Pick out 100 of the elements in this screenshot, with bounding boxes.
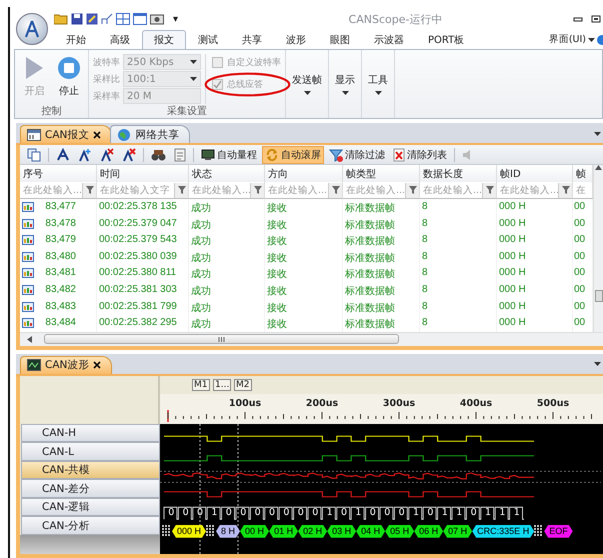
table-cell: 8: [420, 232, 497, 249]
edit-icon[interactable]: [86, 13, 98, 25]
channel-item[interactable]: CAN-逻辑: [21, 498, 160, 516]
table-cell: 83,481: [20, 265, 97, 282]
field-label: 波特率: [93, 56, 120, 68]
menu-button[interactable]: 发送帧: [286, 50, 329, 118]
document-tab[interactable]: 网络共享: [110, 125, 190, 143]
save-icon[interactable]: [71, 13, 83, 25]
bit-value: 0: [168, 506, 174, 519]
table-cell: 标准数据帧: [343, 199, 420, 216]
table-cell: 接收: [265, 232, 343, 249]
table-cell: 83,480: [20, 248, 97, 266]
stuff-bits-icon: [162, 525, 172, 538]
vertical-scrollbar[interactable]: [593, 165, 603, 332]
frame-field: 00 H: [240, 524, 270, 538]
column-header[interactable]: 方向: [265, 165, 343, 182]
delete-icon: [393, 148, 405, 162]
column-header[interactable]: 时间: [97, 165, 189, 182]
column-header[interactable]: 状态: [189, 165, 265, 182]
ribbon-tab[interactable]: 高级: [98, 30, 142, 49]
horizontal-scrollbar[interactable]: [20, 332, 603, 346]
copy-icon: [27, 148, 41, 162]
ui-menu[interactable]: 界面(UI): [548, 33, 586, 46]
table-cell: 8: [420, 265, 497, 282]
ribbon-tab[interactable]: 示波器: [362, 30, 416, 49]
filter-icon: [408, 186, 416, 194]
camera-icon[interactable]: [150, 13, 164, 25]
channel-item[interactable]: CAN-H: [21, 424, 160, 442]
column-header[interactable]: 帧: [573, 165, 593, 182]
time-label: 200us: [306, 398, 338, 409]
toolbar-button[interactable]: 清除过滤: [326, 146, 388, 164]
bit-value: 0: [226, 506, 232, 519]
toolbar-button[interactable]: 自动滚屏: [262, 146, 324, 164]
minimize-icon[interactable]: [573, 15, 583, 23]
toolbar-button[interactable]: 自动量程: [198, 146, 260, 164]
table-cell: 成功: [189, 248, 265, 266]
filter-icon: [332, 186, 340, 194]
stop-button[interactable]: 停止: [54, 54, 84, 104]
marker-label[interactable]: M2: [234, 378, 252, 391]
caret-icon: [342, 91, 348, 95]
bit-value: 1: [499, 506, 506, 519]
filter-icon: [486, 186, 494, 194]
window-title: CANScope-运行中: [348, 12, 444, 26]
channel-item[interactable]: CAN-差分: [21, 479, 160, 498]
caret-icon: [588, 38, 595, 42]
filter-button[interactable]: [174, 182, 188, 198]
pen-cross-icon: [122, 148, 136, 162]
menu-button[interactable]: 工具: [362, 50, 395, 118]
grid-icon[interactable]: [116, 13, 130, 25]
table-cell: 83,478: [20, 216, 97, 232]
scroll-left-icon[interactable]: [26, 336, 34, 343]
bit-value: 0: [312, 506, 318, 519]
marker-label[interactable]: M1: [192, 378, 210, 391]
filter-button[interactable]: [328, 182, 342, 198]
close-icon[interactable]: [93, 130, 102, 138]
tab-list-caret-icon: [594, 362, 601, 366]
document-tab[interactable]: CAN波形: [20, 356, 112, 374]
ribbon-tab[interactable]: 报文: [142, 30, 186, 49]
table-cell: 标准数据帧: [343, 282, 420, 299]
column-header[interactable]: 帧ID: [497, 165, 573, 182]
filter-button[interactable]: [250, 182, 264, 198]
column-header[interactable]: 数据长度: [420, 165, 497, 182]
time-label: 400us: [460, 398, 492, 409]
ribbon-tab[interactable]: 波形: [274, 30, 318, 49]
table-cell: 83,477: [20, 199, 97, 216]
table-cell: 00:02:25.381 303: [97, 282, 189, 299]
channel-item[interactable]: CAN-共模: [21, 460, 160, 480]
toolbar-button[interactable]: 清除列表: [390, 146, 450, 164]
filter-button[interactable]: [82, 182, 96, 198]
bit-value: 0: [182, 506, 189, 519]
ribbon-tab[interactable]: 眼图: [318, 30, 362, 49]
table-cell: 标准数据帧: [343, 216, 420, 232]
table-cell: 000 H: [497, 199, 573, 216]
channel-item[interactable]: CAN-L: [21, 442, 160, 461]
marker-label[interactable]: 1...: [213, 378, 232, 391]
scroll-thumb[interactable]: [594, 290, 602, 302]
window-icon[interactable]: [133, 13, 147, 25]
close-icon[interactable]: [93, 361, 102, 370]
filter-button[interactable]: [558, 182, 572, 198]
document-tab[interactable]: CAN报文: [20, 125, 112, 143]
column-header[interactable]: 序号: [20, 165, 97, 182]
ribbon-tab[interactable]: 共享: [230, 30, 274, 49]
bit-value: 1: [514, 506, 520, 519]
column-header[interactable]: 帧类型: [343, 165, 420, 182]
frame-field: EOF: [544, 524, 573, 538]
filter-button[interactable]: [482, 182, 496, 198]
table-cell: 8: [420, 282, 497, 299]
menu-button[interactable]: 显示: [329, 50, 362, 118]
frame-field: 000 H: [172, 524, 206, 538]
table-cell: 000 H: [497, 232, 573, 249]
restore-icon[interactable]: [591, 15, 601, 23]
filter-button[interactable]: [405, 182, 419, 198]
ribbon-tab[interactable]: PORT板: [416, 30, 476, 49]
folder-icon[interactable]: [54, 13, 68, 25]
channel-item[interactable]: CAN-分析: [21, 516, 160, 535]
application-menu-button[interactable]: [16, 13, 48, 45]
customize-menu-button[interactable]: ▾: [173, 14, 178, 24]
table-cell: 成功: [189, 298, 265, 316]
ribbon-tab[interactable]: 测试: [186, 30, 230, 49]
ribbon-tab[interactable]: 开始: [54, 30, 98, 49]
